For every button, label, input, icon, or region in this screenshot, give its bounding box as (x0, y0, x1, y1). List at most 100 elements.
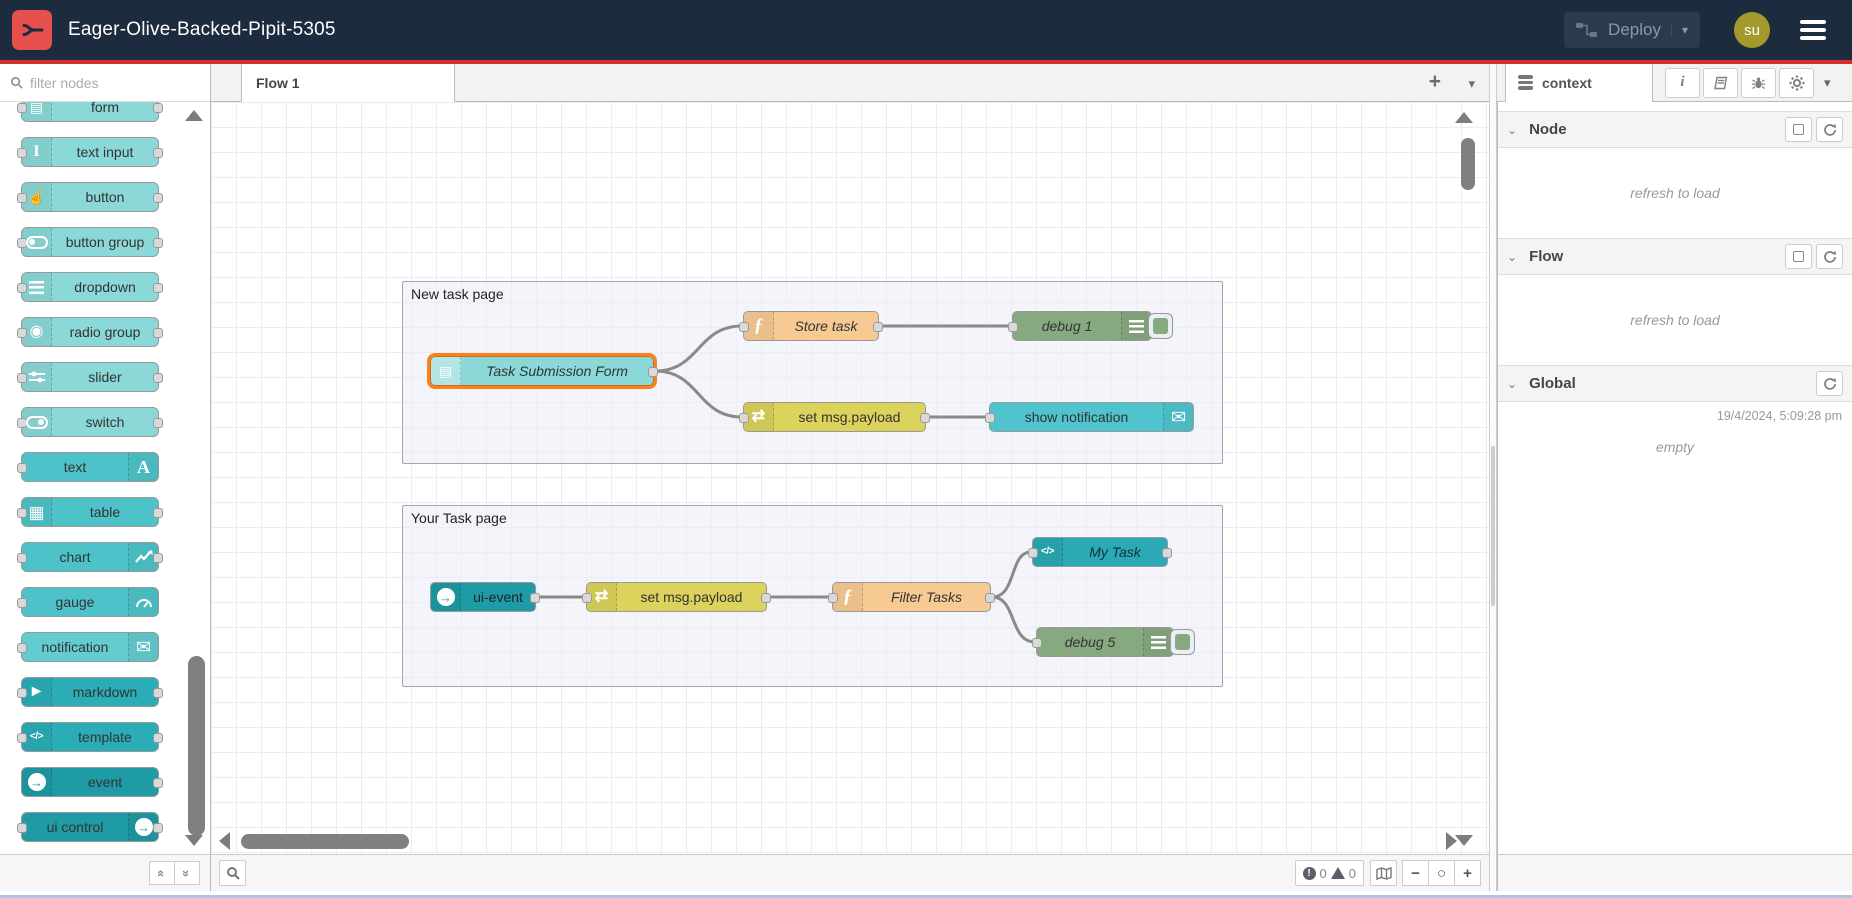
filter-nodes-input[interactable] (30, 74, 180, 91)
vertical-scrollbar-thumb[interactable] (1461, 138, 1475, 190)
wire[interactable] (653, 324, 744, 373)
context-section-global[interactable]: ⌄ Global (1498, 365, 1852, 402)
palette-node-template[interactable]: </> template (17, 722, 163, 752)
node-task-submission-form[interactable]: ▤ Task Submission Form (427, 353, 658, 389)
node-output-port[interactable] (1162, 548, 1172, 558)
palette-node-gauge[interactable]: gauge (17, 587, 159, 617)
node-input-port[interactable] (985, 413, 995, 423)
tab-context[interactable]: context (1505, 63, 1653, 102)
context-section-node[interactable]: ⌄ Node (1498, 111, 1852, 148)
navigator-button[interactable] (1370, 860, 1397, 886)
node-port[interactable] (153, 508, 163, 518)
debug-toggle-button[interactable] (1148, 313, 1173, 339)
palette-node-dropdown[interactable]: dropdown (17, 272, 163, 302)
chevron-down-icon[interactable]: ⌄ (1507, 250, 1517, 264)
node-input-port[interactable] (582, 593, 592, 603)
search-flows-button[interactable] (219, 860, 246, 886)
node-port[interactable] (17, 598, 27, 608)
node-port[interactable] (153, 238, 163, 248)
node-port[interactable] (153, 553, 163, 563)
palette-scroll-down[interactable] (185, 835, 203, 846)
refresh-flow-context-button[interactable] (1816, 244, 1843, 269)
node-input-port[interactable] (739, 413, 749, 423)
node-port[interactable] (153, 778, 163, 788)
palette-scroll-up[interactable] (185, 110, 203, 121)
collapse-all-button[interactable]: « (149, 861, 175, 885)
copy-value-button[interactable] (1785, 117, 1812, 142)
scroll-up-arrow[interactable] (1455, 112, 1473, 123)
node-port[interactable] (17, 193, 27, 203)
palette-node-markdown[interactable]: ► markdown (17, 677, 163, 707)
flow-canvas[interactable]: New task page Your Task page ▤ Task Subm… (211, 102, 1489, 854)
config-nodes-tab-button[interactable] (1779, 67, 1814, 98)
scroll-down-arrow[interactable] (1455, 835, 1473, 846)
user-avatar[interactable]: su (1734, 12, 1770, 48)
node-debug-1[interactable]: debug 1 (1008, 311, 1173, 341)
node-output-port[interactable] (985, 593, 995, 603)
node-port[interactable] (153, 328, 163, 338)
node-port[interactable] (153, 733, 163, 743)
node-port[interactable] (153, 103, 163, 113)
refresh-node-context-button[interactable] (1816, 117, 1843, 142)
palette-node-button[interactable]: ☝ button (17, 182, 163, 212)
palette-node-event[interactable]: → event (21, 767, 163, 797)
node-debug-5[interactable]: debug 5 (1032, 627, 1195, 657)
flow-status-counts[interactable]: ! 0 0 (1294, 860, 1364, 886)
node-port[interactable] (17, 103, 27, 113)
node-port[interactable] (17, 553, 27, 563)
horizontal-scrollbar-thumb[interactable] (241, 834, 409, 849)
palette-node-text-input[interactable]: I text input (17, 137, 163, 167)
add-flow-button[interactable]: + (1429, 71, 1441, 93)
node-output-port[interactable] (873, 322, 883, 332)
sidebar-resize-handle[interactable] (1489, 64, 1497, 891)
node-port[interactable] (17, 463, 27, 473)
scroll-left-arrow[interactable] (219, 832, 230, 850)
node-output-port[interactable] (648, 367, 658, 377)
debug-tab-button[interactable] (1741, 67, 1776, 98)
node-port[interactable] (153, 373, 163, 383)
node-port[interactable] (153, 193, 163, 203)
help-tab-button[interactable] (1703, 67, 1738, 98)
debug-toggle-button[interactable] (1170, 629, 1195, 655)
node-input-port[interactable] (1008, 322, 1018, 332)
node-output-port[interactable] (530, 593, 540, 603)
node-port[interactable] (17, 643, 27, 653)
node-port[interactable] (17, 328, 27, 338)
node-input-port[interactable] (739, 322, 749, 332)
expand-all-button[interactable]: » (174, 861, 200, 885)
zoom-in-button[interactable]: + (1454, 860, 1481, 886)
palette-node-table[interactable]: ▦ table (17, 497, 163, 527)
node-port[interactable] (17, 733, 27, 743)
node-port[interactable] (153, 823, 163, 833)
node-port[interactable] (153, 688, 163, 698)
main-menu-button[interactable] (1800, 20, 1826, 40)
node-port[interactable] (17, 823, 27, 833)
node-port[interactable] (17, 148, 27, 158)
node-port[interactable] (17, 508, 27, 518)
sidebar-options-caret-icon[interactable]: ▾ (1824, 75, 1831, 91)
node-output-port[interactable] (920, 413, 930, 423)
chevron-down-icon[interactable]: ⌄ (1507, 377, 1517, 391)
refresh-global-context-button[interactable] (1816, 371, 1843, 396)
info-tab-button[interactable]: i (1665, 67, 1700, 98)
node-input-port[interactable] (828, 593, 838, 603)
flow-tab[interactable]: Flow 1 (241, 64, 455, 102)
node-ui-event[interactable]: → ui-event (430, 582, 540, 612)
context-section-flow[interactable]: ⌄ Flow (1498, 238, 1852, 275)
node-store-task[interactable]: ƒ Store task (739, 311, 883, 341)
palette-scrollbar-thumb[interactable] (188, 656, 205, 836)
palette-node-button-group[interactable]: button group (17, 227, 163, 257)
node-set-msg-payload-1[interactable]: ⇄ set msg.payload (739, 402, 930, 432)
palette-node-notification[interactable]: notification ✉ (17, 632, 159, 662)
node-my-task[interactable]: </> My Task (1028, 537, 1172, 567)
node-port[interactable] (17, 373, 27, 383)
palette-node-chart[interactable]: chart (17, 542, 163, 572)
palette-node-text[interactable]: text A (17, 452, 159, 482)
node-set-msg-payload-2[interactable]: ⇄ set msg.payload (582, 582, 771, 612)
node-input-port[interactable] (1032, 638, 1042, 648)
palette-node-slider[interactable]: slider (17, 362, 163, 392)
deploy-button[interactable]: Deploy ▾ (1564, 12, 1700, 48)
node-input-port[interactable] (1028, 548, 1038, 558)
node-port[interactable] (153, 283, 163, 293)
node-port[interactable] (153, 418, 163, 428)
